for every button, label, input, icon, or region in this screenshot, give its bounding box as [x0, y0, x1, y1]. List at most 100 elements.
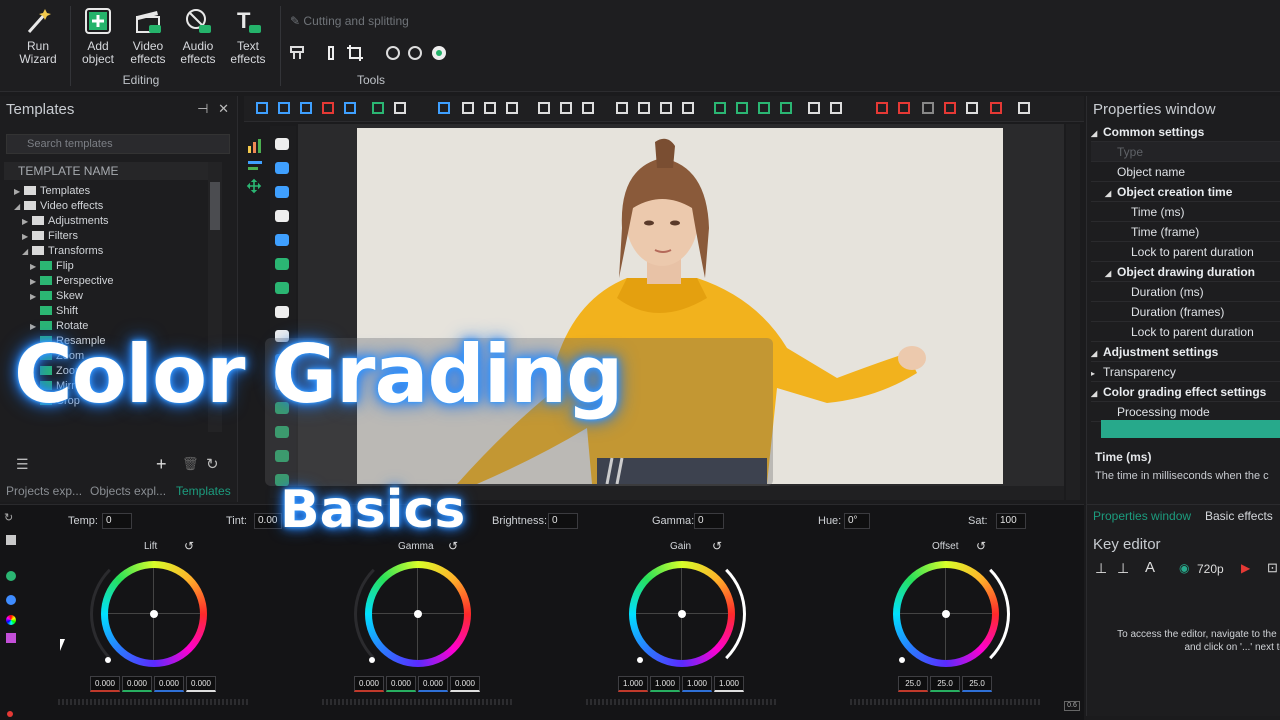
wheel-value-input[interactable]: 25.0 — [898, 676, 928, 692]
wheel-value-input[interactable]: 0.000 — [450, 676, 480, 692]
trim-icon[interactable] — [288, 44, 306, 62]
pin-icon[interactable]: ⊣ — [197, 101, 208, 116]
templates-search-input[interactable]: Search templates — [6, 134, 230, 154]
tree-item[interactable]: ▶ Skew — [4, 289, 208, 304]
template-name-column-header[interactable]: TEMPLATE NAME — [4, 162, 208, 180]
stabilize-icon[interactable] — [430, 44, 448, 62]
redo-icon[interactable] — [392, 100, 408, 116]
align-icon[interactable] — [246, 158, 266, 174]
paste-icon[interactable] — [298, 100, 314, 116]
color-wheel-icon[interactable] — [6, 615, 16, 625]
property-row[interactable]: Object name — [1091, 162, 1280, 182]
copy-icon[interactable] — [276, 100, 292, 116]
add-icon[interactable]: + — [156, 454, 167, 475]
tree-item[interactable]: Shift — [4, 304, 208, 319]
expand-arrow-icon[interactable]: ▶ — [30, 289, 40, 304]
rounded-rect-icon[interactable] — [275, 234, 289, 246]
tab-templates[interactable]: Templates — [176, 484, 231, 498]
text-effects-button[interactable]: T Text effects — [218, 6, 278, 66]
collapse-caret-icon[interactable]: ◢ — [1105, 264, 1117, 281]
expand-arrow-icon[interactable]: ◢ — [22, 244, 32, 259]
magnet-icon[interactable] — [988, 100, 1004, 116]
wheel-value-input[interactable]: 0.000 — [386, 676, 416, 692]
run-wizard-button[interactable]: Run Wizard — [8, 6, 68, 66]
wheel-master-slider[interactable] — [322, 699, 514, 705]
wheel-value-input[interactable]: 1.000 — [650, 676, 680, 692]
close-icon[interactable]: ✕ — [218, 101, 229, 116]
processing-mode-value[interactable] — [1101, 420, 1280, 438]
move-down-icon[interactable] — [734, 100, 750, 116]
wheel-value-input[interactable]: 25.0 — [930, 676, 960, 692]
color-dots-icon[interactable] — [6, 595, 16, 605]
frame-icon[interactable] — [658, 100, 674, 116]
tree-item[interactable]: ▶ Perspective — [4, 274, 208, 289]
collapse-caret-icon[interactable]: ◢ — [1105, 184, 1117, 201]
key-add-icon[interactable]: ⊥ — [1117, 560, 1129, 577]
wheel-value-input[interactable]: 0.000 — [90, 676, 120, 692]
tree-item[interactable]: ◢ Transforms — [4, 244, 208, 259]
text-icon[interactable] — [275, 306, 289, 318]
list-view-icon[interactable]: ☰ — [16, 456, 29, 473]
property-row[interactable]: ◢ Object drawing duration — [1091, 262, 1280, 282]
tab-objects-explorer[interactable]: Objects expl... — [90, 484, 166, 498]
shape-icon[interactable] — [806, 100, 822, 116]
shape-alt-icon[interactable] — [828, 100, 844, 116]
reset-wheel-icon[interactable]: ↺ — [976, 539, 986, 553]
property-row[interactable]: Lock to parent duration — [1091, 242, 1280, 262]
wheel-value-input[interactable]: 1.000 — [618, 676, 648, 692]
undo-icon[interactable] — [370, 100, 386, 116]
expand-arrow-icon[interactable]: ▶ — [30, 259, 40, 274]
color-dots-icon[interactable] — [6, 571, 16, 581]
align-top-icon[interactable] — [536, 100, 552, 116]
center-icon[interactable] — [636, 100, 652, 116]
cutting-splitting-button[interactable]: ✎ Cutting and splitting — [290, 14, 409, 28]
settings-icon[interactable] — [1016, 100, 1032, 116]
grading-field-input[interactable]: 0° — [844, 513, 870, 529]
pointer-icon[interactable] — [275, 138, 289, 150]
wheel-value-input[interactable]: 1.000 — [714, 676, 744, 692]
crop-icon[interactable] — [346, 44, 364, 62]
grading-field-input[interactable]: 0 — [548, 513, 578, 529]
property-row[interactable]: ◢ Object creation time — [1091, 182, 1280, 202]
resolution-select[interactable]: 720p — [1197, 562, 1224, 576]
wheel-master-slider[interactable] — [58, 699, 250, 705]
grid-icon[interactable] — [920, 100, 936, 116]
property-row[interactable]: ◢ Common settings — [1091, 122, 1280, 142]
refresh-icon[interactable]: ↻ — [206, 455, 219, 473]
grading-field-input[interactable]: 0.00 — [254, 513, 282, 529]
move-icon[interactable] — [246, 178, 266, 194]
grading-field-input[interactable]: 100 — [996, 513, 1026, 529]
wheel-value-input[interactable]: 1.000 — [682, 676, 712, 692]
align-middle-icon[interactable] — [558, 100, 574, 116]
tree-item[interactable]: ▶ Flip — [4, 259, 208, 274]
rectangle-icon[interactable] — [275, 162, 289, 174]
fit-icon[interactable] — [680, 100, 696, 116]
ellipse-icon[interactable] — [275, 258, 289, 270]
align-right-icon[interactable] — [504, 100, 520, 116]
move-top-icon[interactable] — [756, 100, 772, 116]
line-icon[interactable] — [275, 210, 289, 222]
key-icon[interactable]: ⊥ — [1095, 560, 1107, 577]
wheel-value-input[interactable]: 0.000 — [122, 676, 152, 692]
wheel-value-input[interactable]: 0.000 — [354, 676, 384, 692]
transform-icon[interactable] — [964, 100, 980, 116]
layers-icon[interactable] — [874, 100, 890, 116]
caret-icon[interactable]: ▸ — [1091, 364, 1103, 381]
wheel-master-slider[interactable] — [586, 699, 778, 705]
expand-arrow-icon[interactable]: ▶ — [30, 274, 40, 289]
split-icon[interactable] — [322, 44, 340, 62]
anchor-icon[interactable]: A — [1145, 559, 1155, 576]
tree-item[interactable]: ▶ Filters — [4, 229, 208, 244]
histogram-icon[interactable] — [6, 535, 16, 545]
wheel-level-handle[interactable] — [369, 657, 375, 663]
property-row[interactable]: Duration (ms) — [1091, 282, 1280, 302]
tree-item[interactable]: ◢ Video effects — [4, 199, 208, 214]
wheel-master-slider[interactable] — [850, 699, 1042, 705]
delete-icon[interactable]: 🗑 — [182, 456, 199, 472]
canvas-vertical-scrollbar[interactable] — [1066, 124, 1080, 500]
tree-item[interactable]: ▶ Adjustments — [4, 214, 208, 229]
wheel-level-handle[interactable] — [899, 657, 905, 663]
chart-icon[interactable]: ⊡ — [1267, 560, 1278, 576]
cut-icon[interactable] — [254, 100, 270, 116]
property-row[interactable]: Time (ms) — [1091, 202, 1280, 222]
